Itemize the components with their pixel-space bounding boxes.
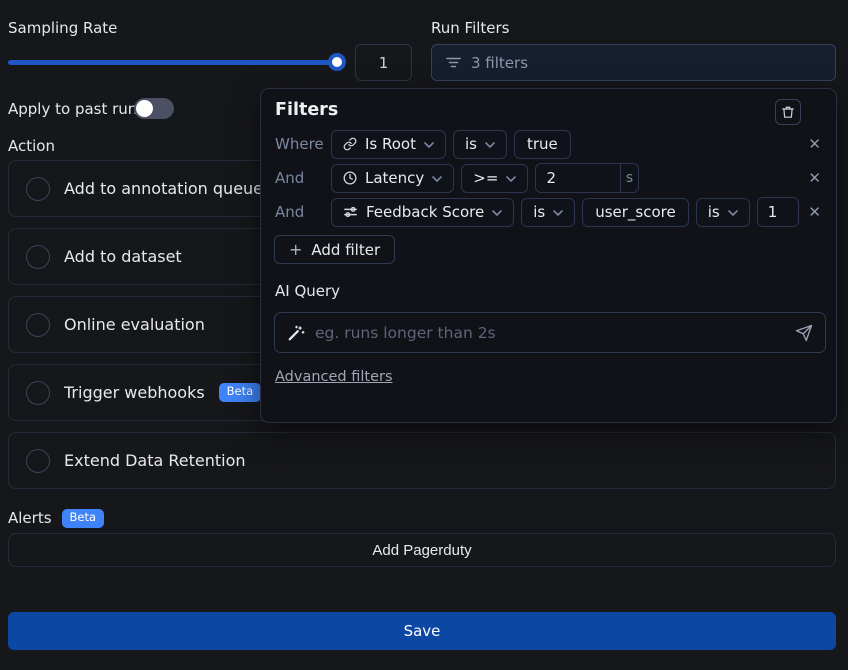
filter-operator-select[interactable]: >=	[461, 164, 528, 193]
alerts-label-row: Alerts Beta	[8, 509, 104, 528]
filter-operator-select[interactable]: is	[521, 198, 575, 227]
save-button[interactable]: Save	[8, 612, 836, 650]
filter-field-select[interactable]: Latency	[331, 164, 454, 193]
chevron-down-icon	[506, 176, 516, 182]
clock-icon	[343, 171, 357, 185]
option-label: Add to annotation queue	[64, 179, 263, 198]
chevron-down-icon	[424, 142, 434, 148]
automation-rule-form: Sampling Rate 1 Run Filters 3 filters Ap…	[0, 0, 848, 670]
ai-query-input[interactable]	[315, 324, 785, 342]
filters-popover: Filters Where Is Root is true ✕	[260, 88, 837, 423]
filter-operator-label: >=	[473, 169, 498, 187]
feedback-key-chip[interactable]: user_score	[582, 198, 689, 227]
option-label: Add to dataset	[64, 247, 182, 266]
submit-ai-query-button[interactable]	[795, 324, 813, 342]
filter-value-chip[interactable]: true	[514, 130, 571, 159]
filter-operator-select[interactable]: is	[453, 130, 507, 159]
latency-unit-label: s	[620, 164, 639, 192]
run-filters-label: Run Filters	[431, 19, 510, 37]
add-filter-button[interactable]: + Add filter	[274, 235, 395, 264]
alerts-label: Alerts	[8, 509, 52, 527]
remove-filter-button[interactable]: ✕	[806, 203, 823, 222]
option-label: Trigger webhooks	[64, 383, 205, 402]
filter-field-label: Feedback Score	[366, 203, 484, 221]
radio-unchecked-icon[interactable]	[26, 313, 50, 337]
chevron-down-icon	[728, 210, 738, 216]
remove-filter-button[interactable]: ✕	[806, 169, 823, 188]
latency-value-input-group: s	[535, 163, 639, 193]
action-option-extend-data-retention[interactable]: Extend Data Retention	[8, 432, 836, 489]
feedback-value-input[interactable]	[758, 198, 799, 226]
action-label: Action	[8, 137, 55, 155]
slider-knob[interactable]	[328, 53, 346, 71]
delete-rule-button[interactable]	[775, 99, 801, 125]
advanced-filters-link[interactable]: Advanced filters	[275, 369, 393, 385]
add-filter-label: Add filter	[311, 241, 380, 259]
filter-row-feedback-score: And Feedback Score is user_score is	[261, 197, 836, 227]
beta-badge: Beta	[219, 383, 262, 402]
plus-icon: +	[289, 240, 302, 259]
filter-prefix: And	[275, 169, 324, 187]
radio-unchecked-icon[interactable]	[26, 449, 50, 473]
add-pagerduty-button[interactable]: Add Pagerduty	[8, 533, 836, 567]
sampling-rate-label: Sampling Rate	[8, 19, 117, 37]
filter-operator-label: is	[708, 203, 720, 221]
ai-query-label: AI Query	[275, 282, 340, 300]
filter-field-select[interactable]: Is Root	[331, 130, 446, 159]
radio-unchecked-icon[interactable]	[26, 177, 50, 201]
filter-field-label: Latency	[365, 169, 424, 187]
feedback-value-input-group	[757, 197, 800, 227]
option-label: Online evaluation	[64, 315, 205, 334]
filter-row-is-root: Where Is Root is true ✕	[261, 129, 836, 159]
option-label: Extend Data Retention	[64, 451, 246, 470]
radio-unchecked-icon[interactable]	[26, 245, 50, 269]
sampling-rate-value[interactable]: 1	[355, 44, 412, 81]
send-icon	[795, 324, 813, 342]
run-filters-field[interactable]: 3 filters	[431, 44, 836, 81]
chevron-down-icon	[553, 210, 563, 216]
ai-query-field[interactable]	[274, 312, 826, 353]
feedback-score-icon	[343, 205, 358, 219]
filter-operator-label: is	[465, 135, 477, 153]
filter-field-select[interactable]: Feedback Score	[331, 198, 514, 227]
remove-filter-button[interactable]: ✕	[806, 135, 823, 154]
latency-value-input[interactable]	[536, 164, 619, 192]
magic-wand-icon	[287, 324, 305, 342]
filter-row-latency: And Latency >= s ✕	[261, 163, 836, 193]
filter-field-label: Is Root	[365, 135, 416, 153]
filter-operator2-select[interactable]: is	[696, 198, 750, 227]
run-filters-summary: 3 filters	[471, 54, 528, 72]
link-icon	[343, 137, 357, 151]
chevron-down-icon	[485, 142, 495, 148]
radio-unchecked-icon[interactable]	[26, 381, 50, 405]
filter-prefix: Where	[275, 135, 324, 153]
filters-title: Filters	[275, 100, 338, 120]
chevron-down-icon	[432, 176, 442, 182]
trash-icon	[781, 105, 795, 120]
apply-past-runs-toggle[interactable]	[134, 98, 174, 119]
filter-operator-label: is	[533, 203, 545, 221]
filter-icon	[446, 56, 461, 69]
beta-badge: Beta	[62, 509, 105, 528]
slider-track[interactable]	[8, 60, 340, 65]
apply-past-runs-label: Apply to past runs	[8, 100, 145, 118]
chevron-down-icon	[492, 210, 502, 216]
filter-prefix: And	[275, 203, 324, 221]
sampling-rate-slider[interactable]	[8, 53, 348, 71]
toggle-knob[interactable]	[136, 100, 153, 117]
